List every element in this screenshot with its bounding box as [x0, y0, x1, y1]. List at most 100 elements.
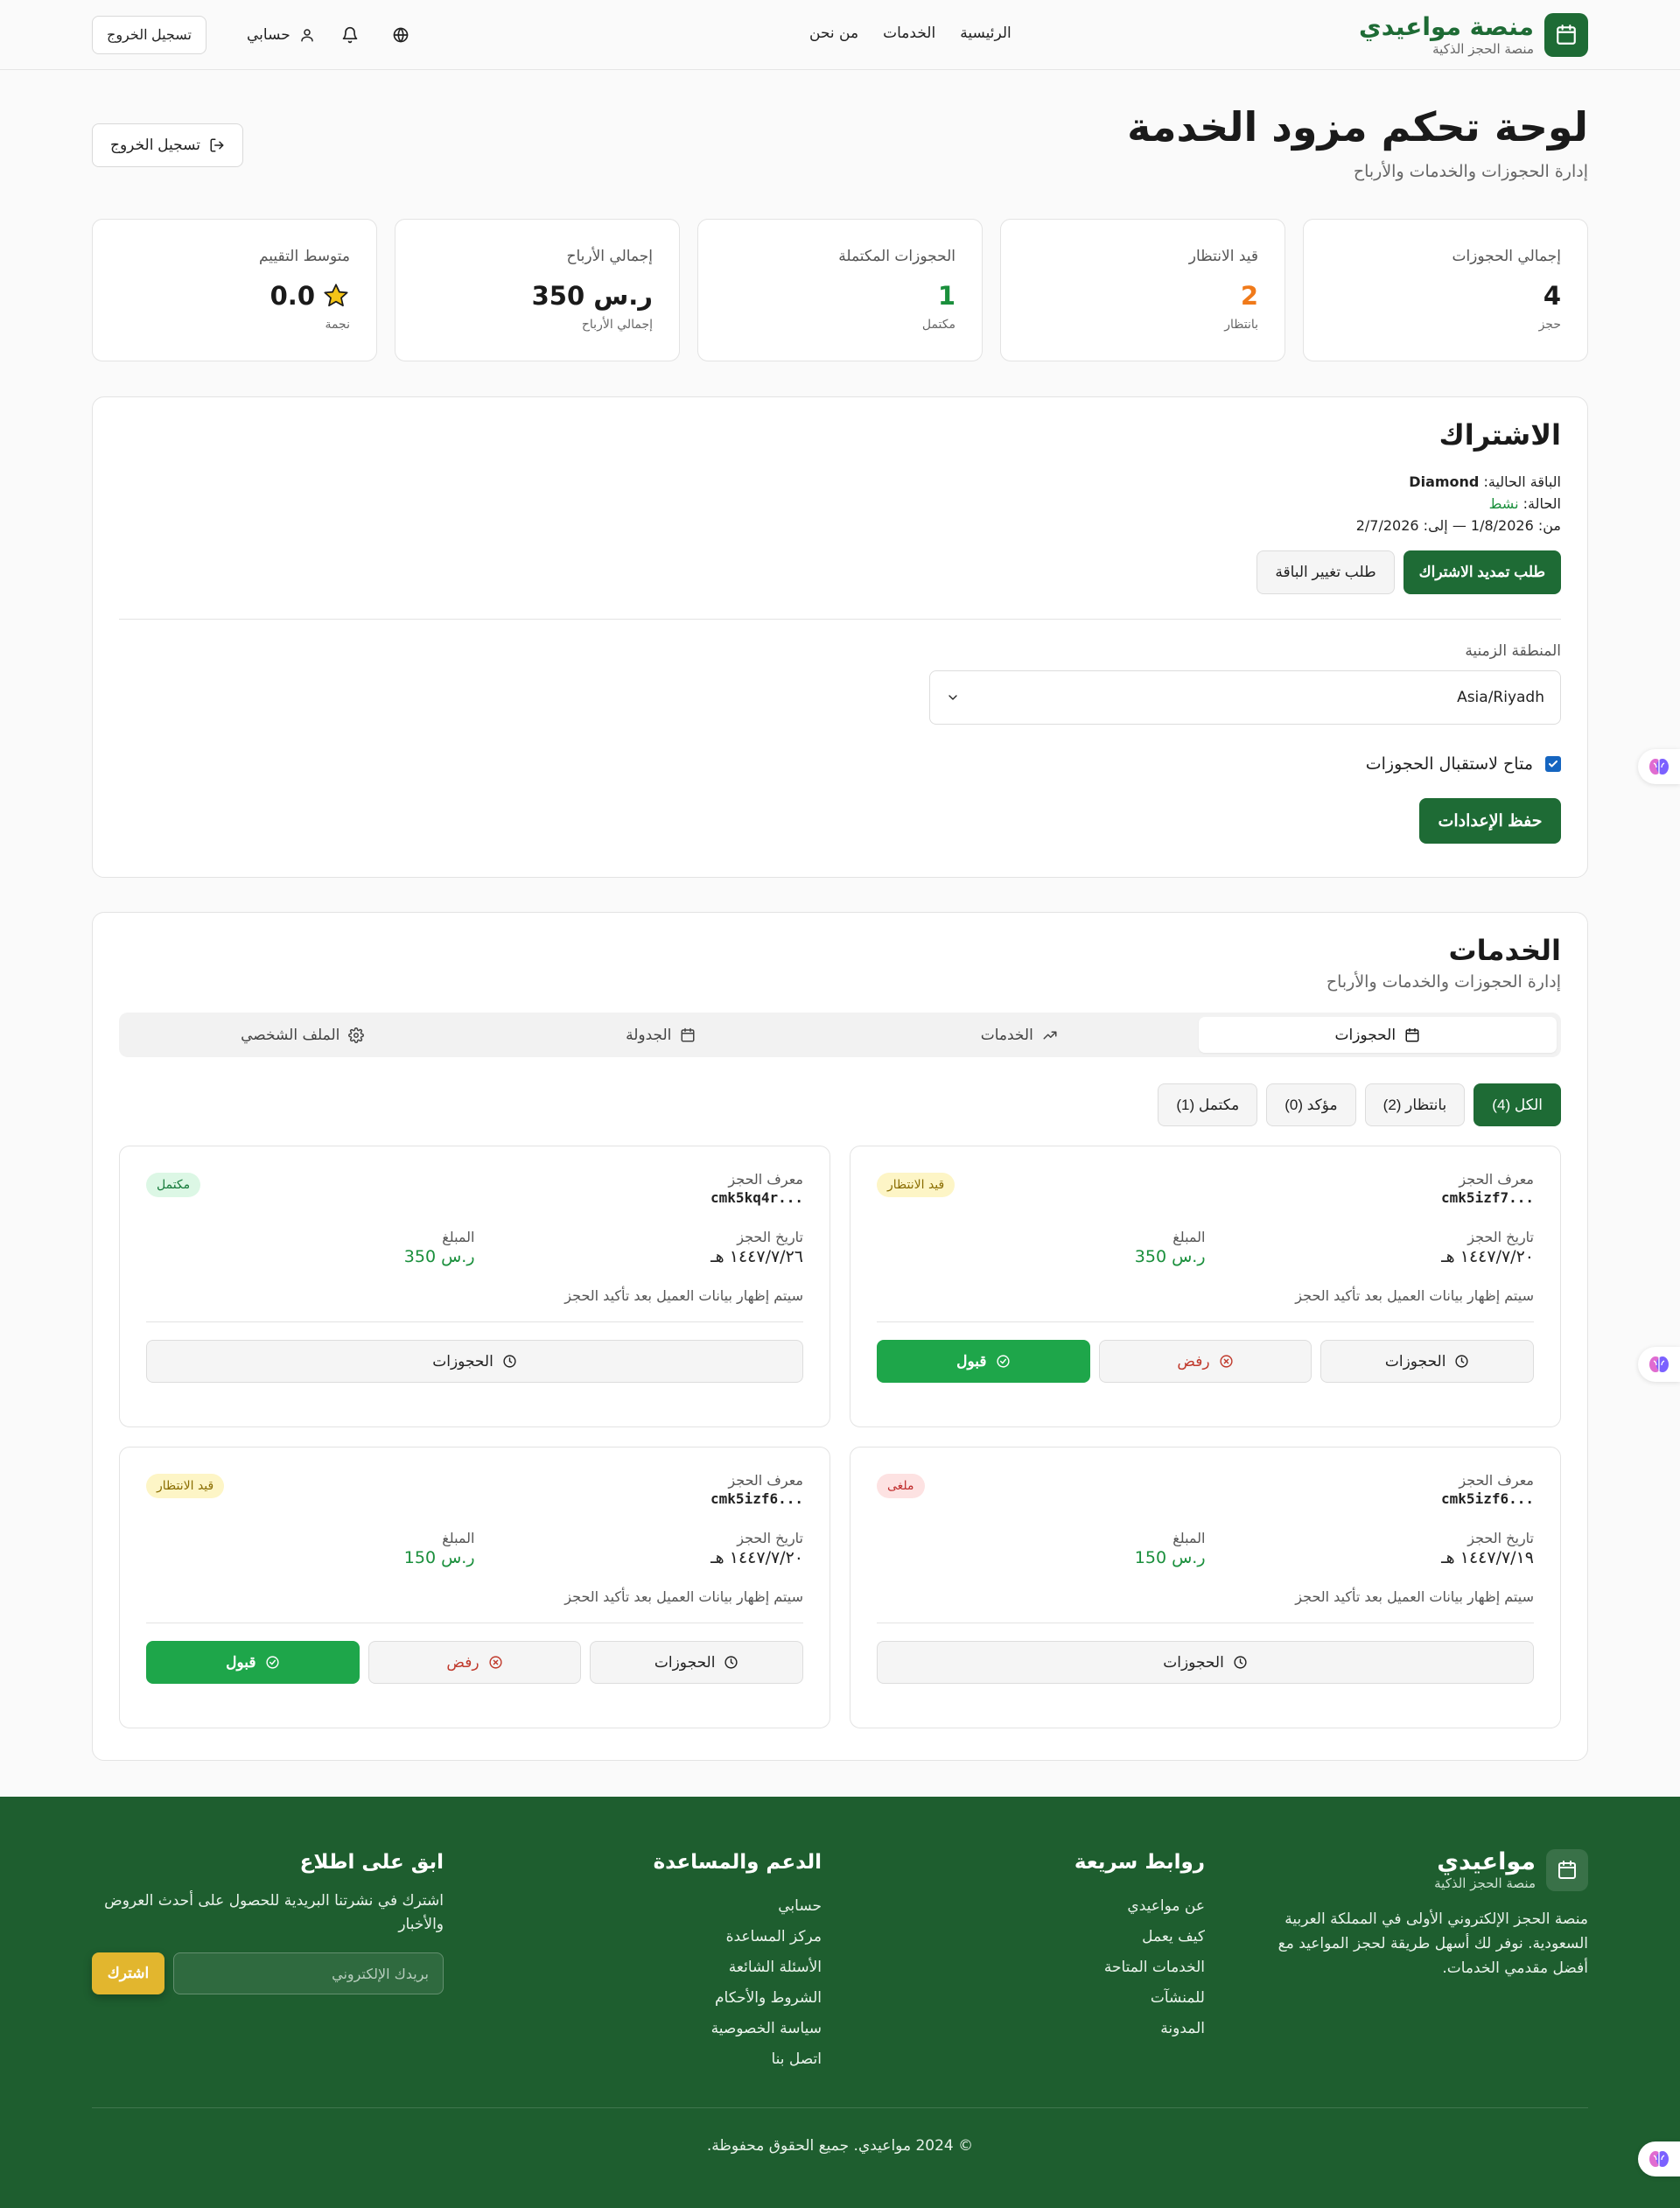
accept-button[interactable]: قبول: [876, 1340, 1090, 1383]
nav-about[interactable]: من نحن: [809, 25, 858, 42]
timezone-label: المنطقة الزمنية: [1465, 642, 1561, 660]
tab-bar: الحجوزات الخدمات الجدولة الملف الشخصي: [119, 1013, 1561, 1057]
bookings-button[interactable]: الحجوزات: [1320, 1340, 1534, 1383]
amount-label: المبلغ: [1172, 1229, 1206, 1245]
timezone-value: Asia/Riyadh: [1457, 689, 1544, 706]
x-circle-icon: [488, 1655, 503, 1670]
star-icon: [322, 282, 350, 310]
save-settings-button[interactable]: حفظ الإعدادات: [1419, 798, 1561, 844]
page-title: لوحة تحكم مزود الخدمة: [1127, 103, 1588, 151]
site-footer: مواعيدي منصة الحجز الذكية منصة الحجز الإ…: [0, 1797, 1680, 2208]
logout-label: تسجيل الخروج: [110, 137, 201, 153]
support-title: الدعم والمساعدة: [653, 1851, 822, 1874]
date-label: تاريخ الحجز: [737, 1229, 803, 1245]
logout-button[interactable]: تسجيل الخروج: [92, 123, 244, 167]
filter-pending[interactable]: بانتظار (2): [1364, 1083, 1466, 1126]
customer-note: سيتم إظهار بيانات العميل بعد تأكيد الحجز: [564, 1287, 803, 1304]
footer-link[interactable]: كيف يعمل: [1074, 1922, 1205, 1952]
check-circle-icon: [996, 1354, 1011, 1369]
footer-link[interactable]: سياسة الخصوصية: [654, 2014, 822, 2044]
tab-bookings[interactable]: الحجوزات: [1198, 1017, 1557, 1053]
footer-tagline: منصة الحجز الذكية: [1434, 1875, 1536, 1891]
tab-services[interactable]: الخدمات: [840, 1017, 1199, 1053]
services-card: الخدمات إدارة الحجوزات والخدمات والأرباح…: [92, 912, 1588, 1761]
newsletter-title: ابق على اطلاع: [299, 1851, 444, 1874]
booking-id: cmk5izf6...: [1441, 1490, 1534, 1507]
subscribe-button[interactable]: اشترك: [92, 1952, 164, 1994]
divider: [119, 619, 1561, 620]
amount-label: المبلغ: [442, 1530, 475, 1546]
footer-link[interactable]: للمنشآت: [1074, 1983, 1205, 2014]
footer-link[interactable]: اتصل بنا: [654, 2044, 822, 2075]
stat-unit: إجمالي الأرباح: [581, 318, 653, 332]
globe-icon[interactable]: [385, 19, 416, 51]
booking-amount: ر.س 350: [403, 1247, 475, 1266]
tab-profile[interactable]: الملف الشخصي: [123, 1017, 482, 1053]
stat-pending: قيد الانتظار 2 بانتظار: [1000, 219, 1285, 361]
header-logout-button[interactable]: تسجيل الخروج: [92, 16, 206, 54]
change-plan-button[interactable]: طلب تغيير الباقة: [1256, 550, 1395, 594]
subscription-buttons: طلب تمديد الاشتراك طلب تغيير الباقة: [119, 550, 1561, 594]
booking-card: معرف الحجز cmk5izf6... قيد الانتظار تاري…: [119, 1447, 830, 1728]
filter-completed[interactable]: مكتمل (1): [1158, 1083, 1258, 1126]
brand[interactable]: منصة مواعيدي منصة الحجز الذكية: [1359, 13, 1588, 57]
services-title: الخدمات: [1448, 934, 1561, 967]
logout-icon: [209, 137, 225, 153]
stat-value-row: 0.0: [119, 281, 350, 311]
support-links: الدعم والمساعدة حسابي مركز المساعدة الأس…: [654, 1851, 822, 2075]
reject-button[interactable]: رفض: [1098, 1340, 1312, 1383]
amount-label: المبلغ: [442, 1229, 475, 1245]
ai-assistant-button[interactable]: [1638, 2141, 1680, 2176]
footer-link[interactable]: حسابي: [654, 1891, 822, 1922]
booking-id-label: معرف الحجز: [1459, 1472, 1534, 1489]
filter-all[interactable]: الكل (4): [1474, 1083, 1561, 1126]
tab-label: الخدمات: [980, 1026, 1033, 1044]
brain-icon: [1648, 1355, 1670, 1374]
clock-icon: [724, 1655, 738, 1670]
booking-date: ١٤٤٧/٧/٢٦ هـ: [710, 1247, 803, 1266]
renew-subscription-button[interactable]: طلب تمديد الاشتراك: [1403, 550, 1561, 594]
footer-link[interactable]: مركز المساعدة: [654, 1922, 822, 1952]
bell-icon[interactable]: [334, 19, 366, 51]
ai-assistant-button[interactable]: [1638, 1347, 1680, 1382]
newsletter-text: اشترك في نشرتنا البريدية للحصول على أحدث…: [104, 1892, 444, 1933]
bookings-button[interactable]: الحجوزات: [146, 1340, 803, 1383]
bookings-button[interactable]: الحجوزات: [877, 1641, 1534, 1684]
calendar-icon: [1546, 1849, 1588, 1891]
footer-divider: [92, 2107, 1588, 2108]
timezone-select[interactable]: Asia/Riyadh: [929, 670, 1561, 725]
calendar-icon: [1404, 1027, 1420, 1043]
newsletter: ابق على اطلاع اشترك في نشرتنا البريدية ل…: [92, 1851, 444, 1994]
copyright: © 2024 مواعيدي. جميع الحقوق محفوظة.: [706, 2137, 974, 2155]
status-value: نشط: [1488, 495, 1519, 512]
booking-id-label: معرف الحجز: [728, 1171, 803, 1188]
gear-icon: [348, 1027, 365, 1043]
availability-checkbox[interactable]: [1545, 756, 1561, 772]
filter-confirmed[interactable]: مؤكد (0): [1266, 1083, 1356, 1126]
footer-brand: مواعيدي منصة الحجز الذكية منصة الحجز الإ…: [1273, 1849, 1588, 1980]
tab-schedule[interactable]: الجدولة: [482, 1017, 841, 1053]
plan-name: Diamond: [1409, 473, 1480, 490]
account-link[interactable]: حسابي: [247, 26, 315, 44]
reject-button[interactable]: رفض: [368, 1641, 582, 1684]
footer-link[interactable]: المدونة: [1074, 2014, 1205, 2044]
footer-link[interactable]: الأسئلة الشائعة: [654, 1952, 822, 1983]
accept-button[interactable]: قبول: [145, 1641, 360, 1684]
email-input[interactable]: [173, 1952, 444, 1994]
footer-link[interactable]: عن مواعيدي: [1074, 1891, 1205, 1922]
button-label: الحجوزات: [1163, 1653, 1224, 1671]
booking-amount: ر.س 350: [1134, 1247, 1206, 1266]
bookings-button[interactable]: الحجوزات: [590, 1641, 803, 1684]
ai-assistant-button[interactable]: [1638, 749, 1680, 784]
nav-services[interactable]: الخدمات: [883, 25, 935, 42]
stat-label: الحجوزات المكتملة: [838, 248, 956, 265]
footer-link[interactable]: الخدمات المتاحة: [1074, 1952, 1205, 1983]
footer-link[interactable]: الشروط والأحكام: [654, 1983, 822, 2014]
status-row: الحالة: نشط: [119, 493, 1561, 515]
booking-amount: ر.س 150: [1134, 1548, 1206, 1567]
nav-home[interactable]: الرئيسية: [960, 25, 1012, 42]
stat-unit: بانتظار: [1224, 318, 1258, 332]
booking-actions: الحجوزات: [146, 1340, 803, 1383]
rating-value: 0.0: [270, 281, 315, 311]
booking-id: cmk5izf6...: [710, 1490, 803, 1507]
